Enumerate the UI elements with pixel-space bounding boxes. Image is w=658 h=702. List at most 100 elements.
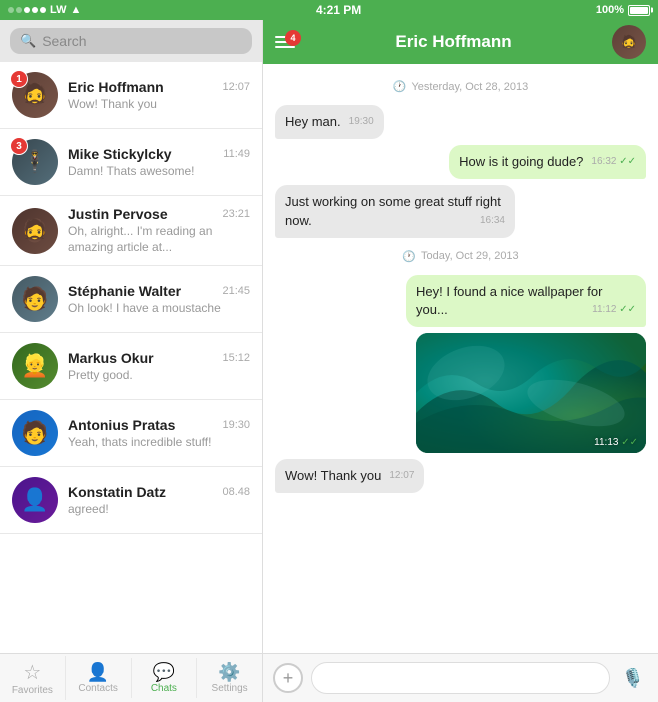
- chat-time: 15:12: [222, 352, 250, 364]
- avatar: 👱: [12, 343, 58, 389]
- chat-info: Konstatin Datz 08.48 agreed!: [68, 484, 250, 516]
- incoming-message: Hey man.19:30: [275, 105, 384, 139]
- chat-name-row: Eric Hoffmann 12:07: [68, 79, 250, 95]
- battery-percent: 100%: [596, 4, 624, 16]
- chat-time: 08.48: [222, 486, 250, 498]
- chat-info: Mike Stickylcky 11:49 Damn! Thats awesom…: [68, 146, 250, 178]
- status-right: 100%: [596, 4, 650, 16]
- search-bar-container: 🔍 Search: [0, 20, 262, 62]
- avatar: 🧑: [12, 276, 58, 322]
- avatar-face: 🧑: [21, 410, 48, 456]
- outgoing-message: How is it going dude?16:32 ✓✓: [449, 145, 646, 179]
- mic-button[interactable]: 🎙️: [618, 663, 648, 693]
- dot-3: [24, 7, 30, 13]
- avatar-wrap: 🧑: [12, 276, 58, 322]
- date-divider: 🕐Yesterday, Oct 28, 2013: [275, 80, 646, 93]
- tab-chats[interactable]: 💬 Chats: [132, 658, 198, 698]
- chat-name-row: Mike Stickylcky 11:49: [68, 146, 250, 162]
- avatar-wrap: 🧑: [12, 410, 58, 456]
- chat-name: Justin Pervose: [68, 206, 168, 222]
- image-message[interactable]: 11:13 ✓✓: [416, 333, 646, 453]
- menu-line-3: [275, 46, 295, 48]
- double-check: ✓✓: [616, 156, 636, 167]
- tab-settings[interactable]: ⚙️ Settings: [197, 658, 262, 698]
- chat-time: 23:21: [222, 208, 250, 220]
- active-chat-name: Eric Hoffmann: [395, 32, 511, 52]
- avatar: 👤: [12, 477, 58, 523]
- wallpaper-svg: [416, 333, 646, 453]
- message-time: 16:32 ✓✓: [591, 155, 636, 169]
- chat-name-row: Antonius Pratas 19:30: [68, 417, 250, 433]
- avatar: 🧑: [12, 410, 58, 456]
- chat-info: Eric Hoffmann 12:07 Wow! Thank you: [68, 79, 250, 111]
- tab-label: Contacts: [78, 683, 117, 694]
- add-button[interactable]: +: [273, 663, 303, 693]
- search-input-wrapper[interactable]: 🔍 Search: [10, 28, 252, 54]
- tab-label: Settings: [212, 683, 248, 694]
- left-panel: 🔍 Search 🧔 1 Eric Hoffmann 12:07 Wow! Th…: [0, 20, 263, 702]
- chat-header: 4 Eric Hoffmann 🧔: [263, 20, 658, 64]
- chat-preview: agreed!: [68, 502, 238, 516]
- tab-label: Chats: [151, 683, 177, 694]
- right-panel: 4 Eric Hoffmann 🧔 🕐Yesterday, Oct 28, 20…: [263, 20, 658, 702]
- tab-contacts[interactable]: 👤 Contacts: [66, 658, 132, 698]
- chat-item[interactable]: 🧑 Stéphanie Walter 21:45 Oh look! I have…: [0, 266, 262, 333]
- avatar-face: 🧑: [21, 276, 48, 322]
- search-icon: 🔍: [20, 33, 36, 49]
- favorites-icon: ☆: [23, 660, 41, 685]
- dot-1: [8, 7, 14, 13]
- chat-preview: Oh, alright... I'm reading an amazing ar…: [68, 224, 238, 255]
- avatar-wrap: 🕴️ 3: [12, 139, 58, 185]
- chat-name: Eric Hoffmann: [68, 79, 164, 95]
- image-time: 11:13 ✓✓: [594, 437, 638, 448]
- signal-dots: [8, 7, 46, 13]
- unread-badge: 1: [10, 70, 28, 88]
- settings-icon: ⚙️: [218, 662, 240, 683]
- chat-name: Mike Stickylcky: [68, 146, 172, 162]
- messages-area: 🕐Yesterday, Oct 28, 2013 Hey man.19:30 How…: [263, 64, 658, 653]
- status-bar: LW ▲ 4:21 PM 100%: [0, 0, 658, 20]
- menu-button[interactable]: 4: [275, 36, 295, 48]
- dot-4: [32, 7, 38, 13]
- tab-label: Favorites: [12, 685, 53, 696]
- message-time: 19:30: [349, 115, 374, 129]
- unread-badge: 3: [10, 137, 28, 155]
- carrier-label: LW: [50, 4, 67, 16]
- message-time: 12:07: [389, 469, 414, 483]
- message-time: 16:34: [480, 214, 505, 228]
- chat-item[interactable]: 🧑 Antonius Pratas 19:30 Yeah, thats incr…: [0, 400, 262, 467]
- chat-name-row: Stéphanie Walter 21:45: [68, 283, 250, 299]
- avatar-wrap: 🧔: [12, 208, 58, 254]
- outgoing-message: Hey! I found a nice wallpaper for you...…: [406, 275, 646, 327]
- chat-name: Markus Okur: [68, 350, 154, 366]
- chat-time: 12:07: [222, 81, 250, 93]
- chat-info: Stéphanie Walter 21:45 Oh look! I have a…: [68, 283, 250, 315]
- tab-favorites[interactable]: ☆ Favorites: [0, 656, 66, 700]
- tab-bar: ☆ Favorites 👤 Contacts 💬 Chats ⚙️ Settin…: [0, 653, 262, 702]
- chat-item[interactable]: 🧔 1 Eric Hoffmann 12:07 Wow! Thank you: [0, 62, 262, 129]
- avatar-wrap: 🧔 1: [12, 72, 58, 118]
- chat-item[interactable]: 🕴️ 3 Mike Stickylcky 11:49 Damn! Thats a…: [0, 129, 262, 196]
- dot-2: [16, 7, 22, 13]
- chat-name: Stéphanie Walter: [68, 283, 181, 299]
- chat-info: Justin Pervose 23:21 Oh, alright... I'm …: [68, 206, 250, 255]
- chat-name: Antonius Pratas: [68, 417, 175, 433]
- incoming-message: Wow! Thank you12:07: [275, 459, 424, 493]
- chat-item[interactable]: 🧔 Justin Pervose 23:21 Oh, alright... I'…: [0, 196, 262, 266]
- header-badge: 4: [285, 30, 301, 46]
- active-chat-avatar[interactable]: 🧔: [612, 25, 646, 59]
- chat-item[interactable]: 👱 Markus Okur 15:12 Pretty good.: [0, 333, 262, 400]
- chat-name-row: Konstatin Datz 08.48: [68, 484, 250, 500]
- avatar-face: 👤: [21, 477, 48, 523]
- chat-name-row: Markus Okur 15:12: [68, 350, 250, 366]
- input-bar: + 🎙️: [263, 653, 658, 702]
- battery-fill: [630, 7, 648, 14]
- search-placeholder: Search: [42, 33, 86, 49]
- chat-item[interactable]: 👤 Konstatin Datz 08.48 agreed!: [0, 467, 262, 534]
- chat-info: Markus Okur 15:12 Pretty good.: [68, 350, 250, 382]
- message-input[interactable]: [311, 662, 610, 694]
- avatar-face: 🧔: [21, 208, 48, 254]
- date-text: Today, Oct 29, 2013: [421, 250, 519, 262]
- avatar: 🧔: [12, 208, 58, 254]
- double-check: ✓✓: [621, 437, 638, 448]
